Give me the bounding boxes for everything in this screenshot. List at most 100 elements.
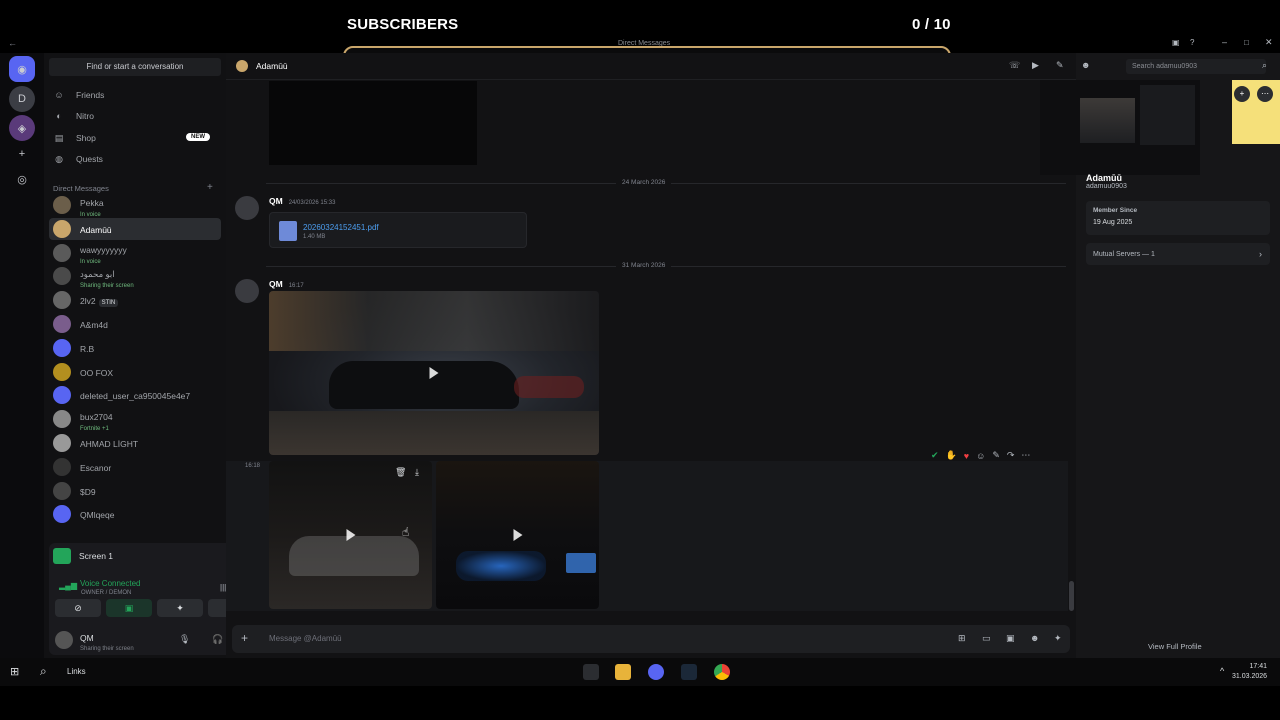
dm-item[interactable]: AHMAD LİGHT [49, 432, 221, 454]
dm-item[interactable]: 2lv2 STIN [49, 289, 221, 311]
inbox-icon[interactable]: ▣ [1172, 38, 1180, 47]
dm-item[interactable]: $D9 [49, 480, 221, 502]
search-icon[interactable]: ⌕ [40, 664, 47, 679]
message-input[interactable]: Message @Adamūū [269, 634, 342, 643]
voice-channel-label[interactable]: OWNER / DEMON [81, 590, 131, 596]
discover-icon[interactable]: ◎ [9, 166, 35, 192]
server-icon[interactable]: ◈ [9, 115, 35, 141]
delete-icon[interactable]: 🗑 [395, 467, 406, 478]
search-icon[interactable]: ⌕ [1262, 60, 1267, 71]
add-friend-icon[interactable]: + [1234, 86, 1250, 102]
voice-call-icon[interactable]: ☏ [1009, 60, 1020, 71]
chat-scrollbar[interactable] [1069, 581, 1074, 611]
find-conversation-input[interactable]: Find or start a conversation [49, 58, 221, 76]
message-author[interactable]: QM 24/03/2026 15:33 [269, 196, 335, 206]
discord-home-icon[interactable]: ◉ [9, 56, 35, 82]
screen-share-button[interactable]: ▣ [106, 599, 152, 617]
dm-item[interactable]: wawyyyyyyy In voice [49, 242, 221, 265]
message-author[interactable]: QM 16:17 [269, 279, 304, 289]
heart-reaction-icon[interactable]: ♥ [964, 451, 969, 461]
nav-quests[interactable]: ◍ Quests [52, 149, 222, 169]
maximize-icon[interactable]: □ [1244, 38, 1249, 47]
screen-share-preview[interactable] [1040, 80, 1200, 175]
windows-start-icon[interactable]: ⊞ [10, 665, 19, 678]
dm-item[interactable]: ابو محمود Sharing their screen [49, 264, 221, 289]
taskbar-search-label[interactable]: Links [67, 667, 86, 676]
search-input[interactable]: Search adamuu0903 [1126, 59, 1266, 74]
dm-name: Escanor [80, 462, 112, 473]
steam-icon[interactable] [681, 664, 697, 680]
dm-item[interactable]: A&m4d [49, 313, 221, 335]
screen-share-label[interactable]: Screen 1 [53, 546, 113, 566]
sticker-icon[interactable]: ▣ [1006, 633, 1015, 644]
dm-item[interactable]: QMlqeqe [49, 503, 221, 525]
previous-media[interactable] [269, 81, 477, 165]
hand-reaction-icon[interactable]: ✋ [946, 450, 957, 461]
pdf-file-icon [279, 221, 297, 241]
avatar [53, 505, 71, 524]
download-icon[interactable]: ⤓ [415, 467, 419, 478]
nav-nitro[interactable]: ◐ Nitro [52, 106, 222, 126]
gif-icon[interactable]: ▭ [982, 633, 991, 644]
add-server-icon[interactable]: + [9, 141, 35, 167]
dm-text: ابو محمود Sharing their screen [80, 264, 134, 289]
date-separator: 31 March 2026 [266, 262, 1066, 269]
dm-item[interactable]: Escanor [49, 456, 221, 478]
gift-icon[interactable]: ⊞ [958, 633, 966, 644]
attach-plus-icon[interactable]: + [241, 631, 248, 645]
dm-item[interactable]: Adamūū [49, 217, 221, 240]
add-reaction-icon[interactable]: ☺ [976, 451, 985, 461]
avatar[interactable] [235, 196, 259, 220]
create-dm-icon[interactable]: + [207, 182, 213, 193]
play-icon[interactable] [429, 367, 439, 379]
video-attachment[interactable] [436, 461, 599, 609]
play-icon[interactable] [346, 529, 355, 541]
mutual-servers-row[interactable]: Mutual Servers — 1 › [1086, 243, 1270, 265]
nav-shop[interactable]: ▤ Shop NEW [52, 128, 222, 148]
file-explorer-icon[interactable] [615, 664, 631, 680]
more-options-icon[interactable]: ⋯ [1021, 450, 1030, 461]
file-attachment[interactable]: 20260324152451.pdf 1.40 MB [269, 212, 527, 248]
forward-icon[interactable]: ↷ [1007, 450, 1015, 461]
avatar[interactable] [235, 279, 259, 303]
server-demon-icon[interactable]: D [9, 86, 35, 112]
video-attachment[interactable] [269, 291, 599, 455]
dm-name: OO FOX [80, 367, 114, 378]
taskbar-clock[interactable]: 17:41 31.03.2026 [1232, 662, 1267, 682]
help-icon[interactable]: ? [1190, 38, 1194, 47]
discord-taskbar-icon[interactable] [648, 664, 664, 680]
microphone-icon[interactable]: 🎙 [179, 634, 190, 645]
chrome-icon[interactable] [714, 664, 730, 680]
close-icon[interactable]: ✕ [1265, 37, 1273, 48]
video-call-icon[interactable]: ▶ [1032, 60, 1039, 71]
edit-icon[interactable]: ✎ [992, 450, 1000, 461]
back-arrow-icon[interactable]: ← [8, 38, 17, 48]
camera-toggle-button[interactable]: ⊘ [55, 599, 101, 617]
view-full-profile-link[interactable]: View Full Profile [1148, 642, 1202, 651]
dm-item[interactable]: OO FOX [49, 361, 221, 383]
check-reaction-icon[interactable]: ✔ [931, 450, 939, 461]
chat-recipient-name[interactable]: Adamūū [256, 61, 288, 71]
dm-status: In voice [80, 211, 101, 218]
headphones-icon[interactable]: 🎧 [212, 634, 223, 645]
dm-item[interactable]: bux2704 Fortnite +1 [49, 408, 221, 432]
play-icon[interactable] [513, 529, 522, 541]
more-options-icon[interactable]: ⋯ [1257, 86, 1273, 102]
hide-profile-icon[interactable]: ☻ [1081, 60, 1090, 70]
dm-item[interactable]: R.B [49, 337, 221, 359]
message-time: 24/03/2026 15:33 [288, 200, 336, 206]
dm-item[interactable]: Pekka In voice [49, 194, 221, 218]
dm-item[interactable]: deleted_user_ca950045e4e7 [49, 384, 221, 406]
apps-icon[interactable]: ✦ [1054, 633, 1062, 644]
nav-friends[interactable]: ☺ Friends [52, 85, 222, 105]
activities-button[interactable]: ✦ [157, 599, 203, 617]
minimize-icon[interactable]: – [1222, 37, 1227, 47]
message-composer[interactable]: + Message @Adamūū ⊞ ▭ ▣ ☻ ✦ [232, 625, 1070, 653]
task-view-icon[interactable] [583, 664, 599, 680]
emoji-icon[interactable]: ☻ [1030, 633, 1039, 643]
pinned-messages-icon[interactable]: ✎ [1056, 60, 1064, 71]
signal-icon: ▂▄▆ [59, 581, 77, 590]
file-name[interactable]: 20260324152451.pdf [303, 223, 379, 232]
dm-text: OO FOX [80, 363, 113, 381]
chevron-up-icon[interactable]: ^ [1220, 666, 1224, 676]
